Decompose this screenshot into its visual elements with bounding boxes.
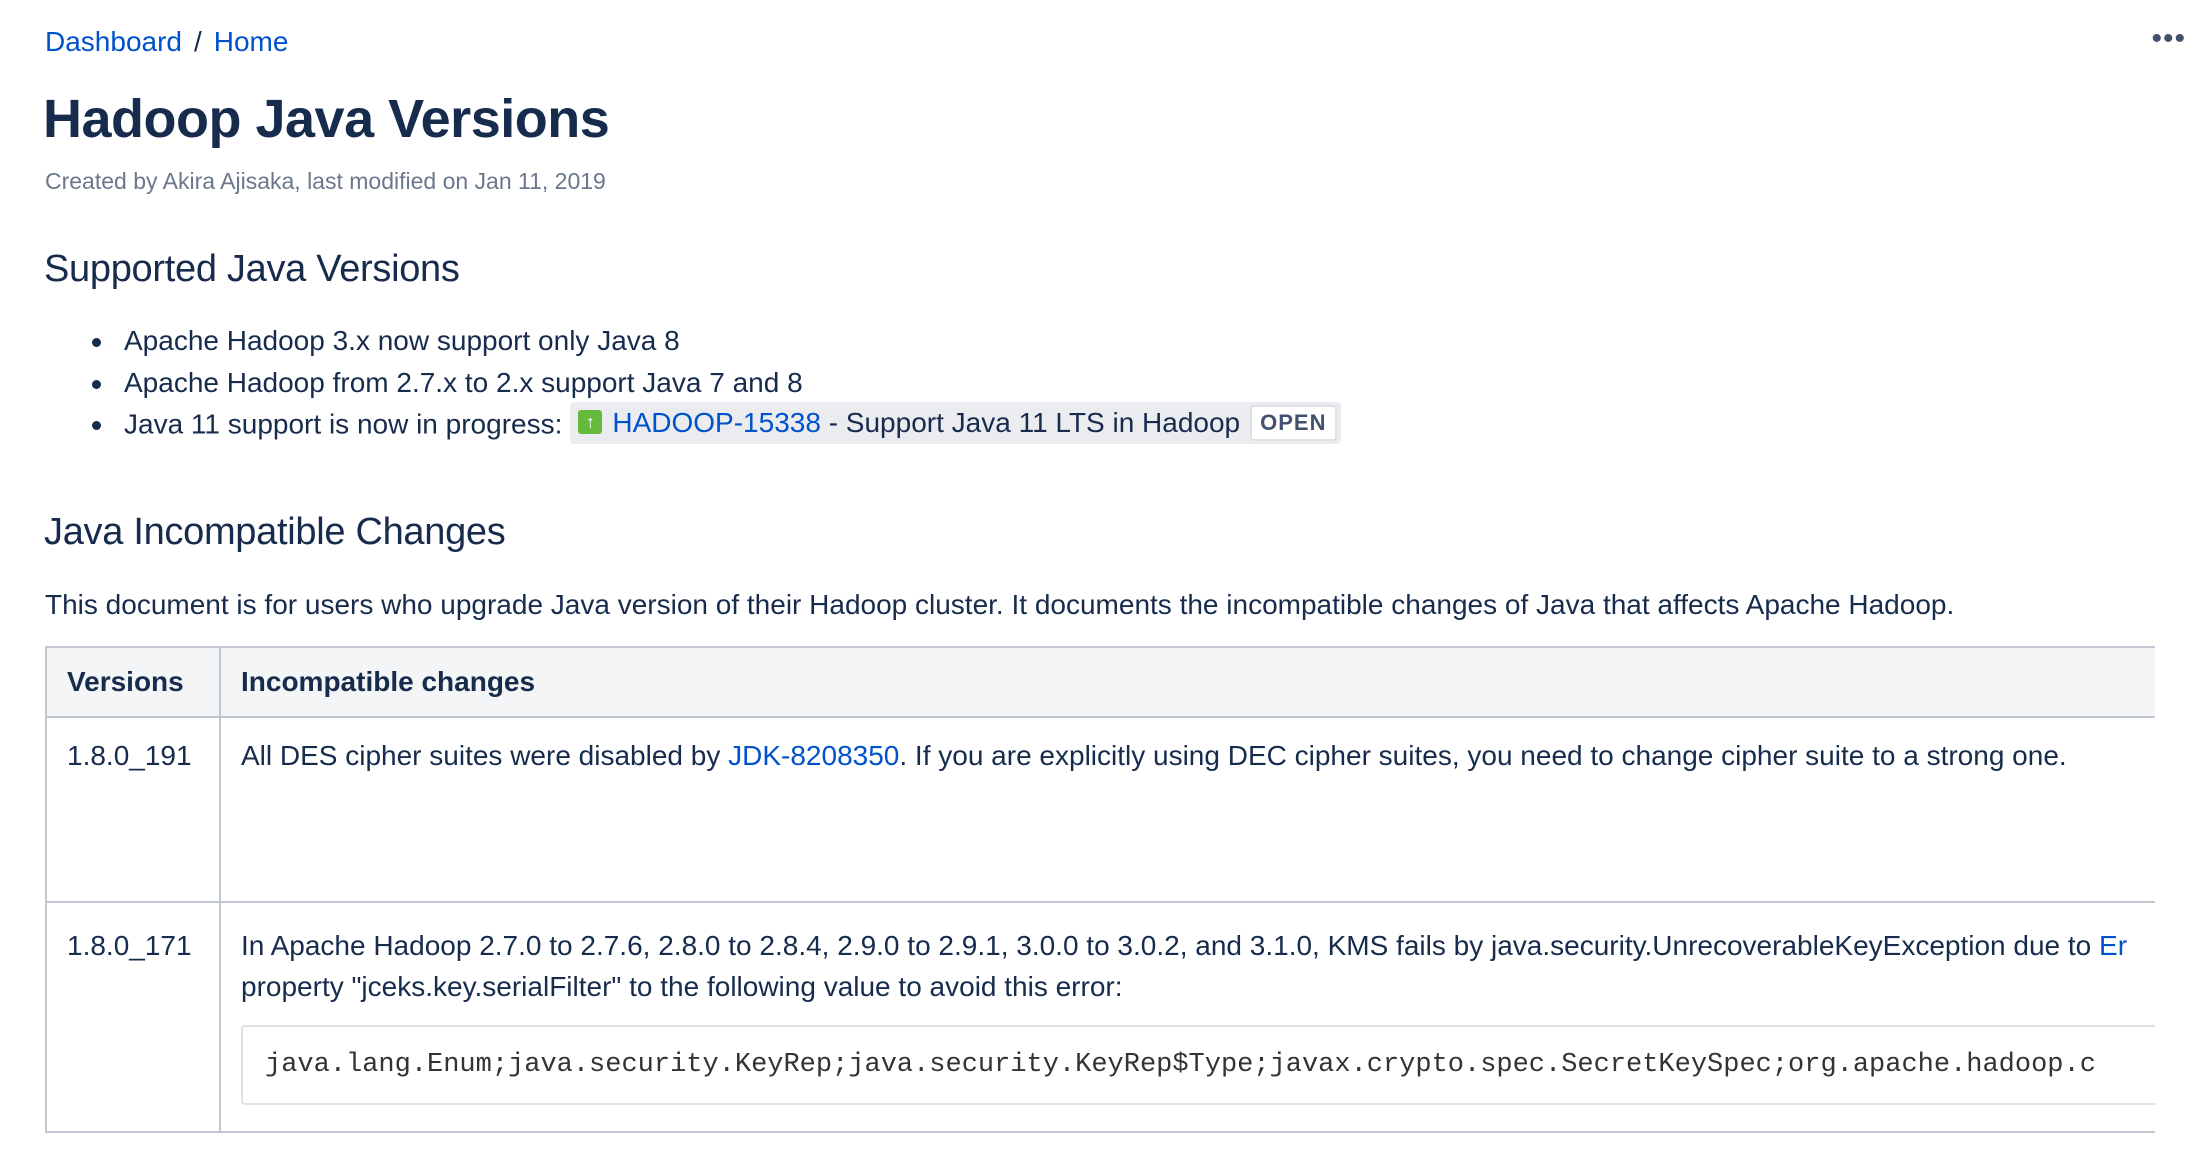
cell-text: . If you are explicitly using DEC cipher… xyxy=(899,740,2067,771)
jdk-issue-link[interactable]: JDK-8208350 xyxy=(728,740,899,771)
page-title: Hadoop Java Versions xyxy=(43,89,610,149)
heading-supported-java-versions: Supported Java Versions xyxy=(44,248,460,290)
cell-text: In Apache Hadoop 2.7.0 to 2.7.6, 2.8.0 t… xyxy=(241,930,2100,961)
more-actions-icon[interactable]: ••• xyxy=(2151,22,2186,56)
list-item-text: Apache Hadoop from 2.7.x to 2.x support … xyxy=(124,366,803,398)
changes-cell: All DES cipher suites were disabled by J… xyxy=(219,716,2155,903)
changes-cell: In Apache Hadoop 2.7.0 to 2.7.6, 2.8.0 t… xyxy=(219,901,2155,1133)
version-cell: 1.8.0_171 xyxy=(45,901,221,1133)
table-header-row: Versions Incompatible changes xyxy=(45,646,2155,718)
cell-text: All DES cipher suites were disabled by xyxy=(241,740,729,771)
table-row: 1.8.0_191 All DES cipher suites were dis… xyxy=(45,716,2155,903)
column-header-versions: Versions xyxy=(45,646,221,718)
list-item-text: Java 11 support is now in progress: xyxy=(124,408,563,440)
jira-issue-summary: - Support Java 11 LTS in Hadoop xyxy=(820,407,1241,438)
heading-java-incompatible-changes: Java Incompatible Changes xyxy=(44,511,506,553)
incompatible-changes-table: Versions Incompatible changes 1.8.0_191 … xyxy=(45,646,2155,1133)
intro-paragraph: This document is for users who upgrade J… xyxy=(45,589,1955,620)
list-item: Apache Hadoop from 2.7.x to 2.x support … xyxy=(0,364,1341,406)
breadcrumb-separator: / xyxy=(193,26,202,57)
incompatible-changes-table-container: Versions Incompatible changes 1.8.0_191 … xyxy=(45,646,2155,1136)
breadcrumb: Dashboard / Home xyxy=(45,26,288,58)
code-block: java.lang.Enum;java.security.KeyRep;java… xyxy=(241,1025,2155,1105)
list-item: Apache Hadoop 3.x now support only Java … xyxy=(0,322,1341,364)
column-header-incompatible-changes: Incompatible changes xyxy=(219,646,2155,718)
breadcrumb-home[interactable]: Home xyxy=(214,26,289,57)
improvement-arrow-up-icon: ↑ xyxy=(578,409,603,434)
breadcrumb-dashboard[interactable]: Dashboard xyxy=(45,26,182,57)
issue-link[interactable]: Er xyxy=(2099,930,2127,961)
list-item-text: Apache Hadoop 3.x now support only Java … xyxy=(124,325,680,356)
supported-versions-list: Apache Hadoop 3.x now support only Java … xyxy=(0,322,1341,447)
table-row: 1.8.0_171 In Apache Hadoop 2.7.0 to 2.7.… xyxy=(45,901,2155,1133)
page-metadata: Created by Akira Ajisaka, last modified … xyxy=(45,168,606,194)
cell-text: property "jceks.key.serialFilter" to the… xyxy=(241,971,1123,1002)
list-item: Java 11 support is now in progress: ↑ HADO… xyxy=(0,402,1341,447)
jira-issue-link[interactable]: HADOOP-15338 xyxy=(612,407,821,438)
version-cell: 1.8.0_191 xyxy=(45,716,221,903)
status-badge: OPEN xyxy=(1250,404,1337,441)
jira-issue-macro: ↑ HADOOP-15338 - Support Java 11 LTS in H… xyxy=(570,402,1341,444)
